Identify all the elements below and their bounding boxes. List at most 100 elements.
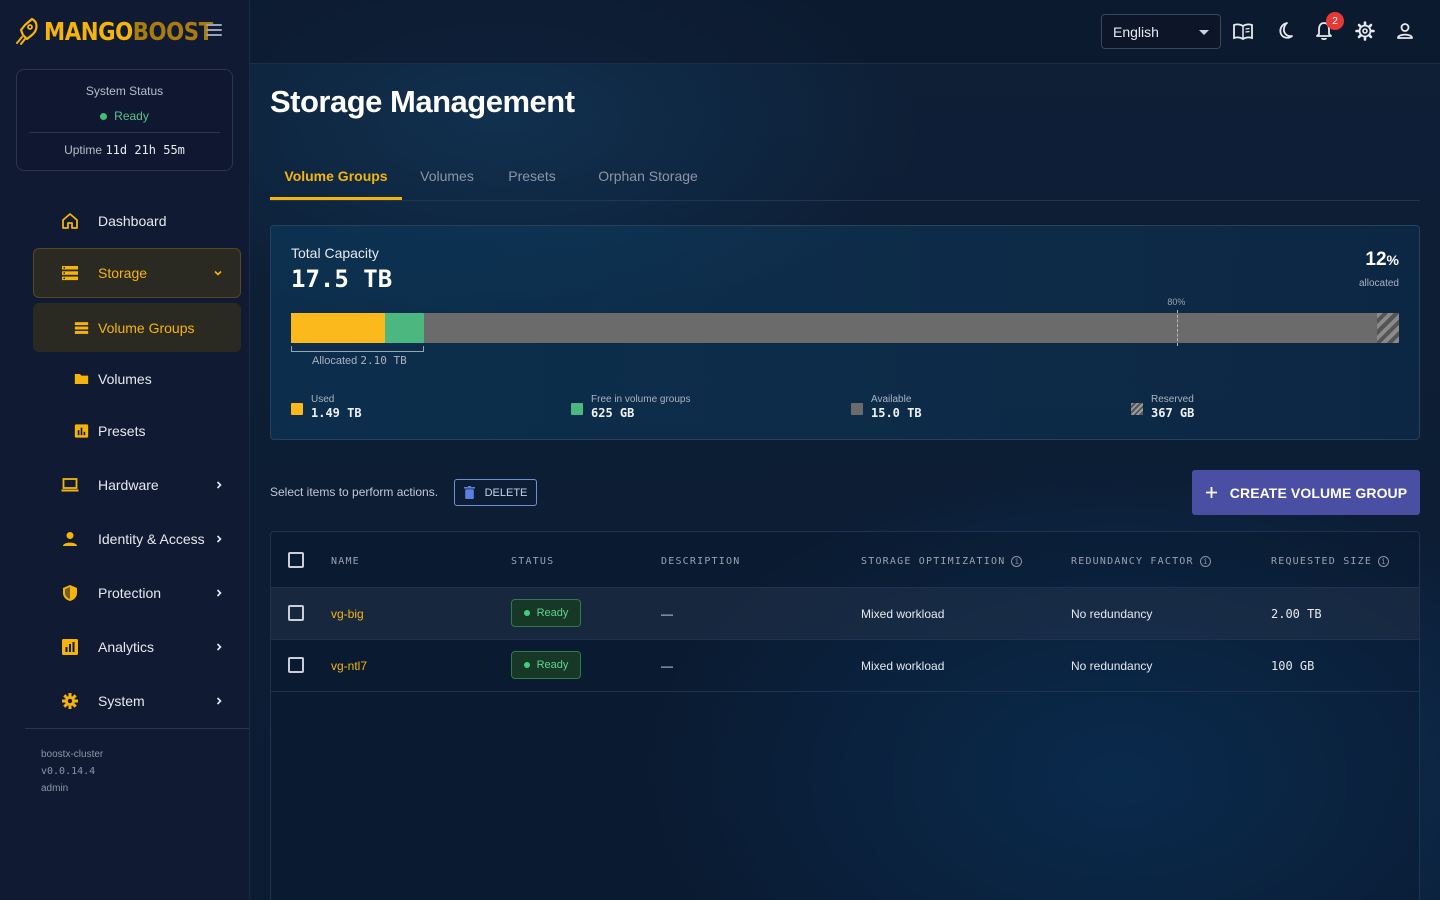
column-header-name[interactable]: NAME	[331, 556, 360, 567]
legend-used: Used 1.49 TB	[291, 394, 362, 421]
menu-toggle-icon[interactable]	[206, 24, 222, 36]
nav-analytics[interactable]: Analytics	[33, 623, 241, 671]
tabs: Volume Groups Volumes Presets Orphan Sto…	[270, 160, 1420, 201]
row-redundancy: No redundancy	[1071, 659, 1153, 673]
row-name-link[interactable]: vg-ntl7	[331, 659, 367, 673]
gear-icon[interactable]	[1354, 20, 1376, 42]
capacity-bar	[291, 313, 1399, 343]
row-size: 100 GB	[1271, 659, 1315, 673]
brand-name: MANGOBOOST	[44, 16, 213, 46]
capacity-total: 17.5 TB	[291, 265, 393, 293]
active-tab-indicator	[270, 197, 402, 200]
storage-icon	[74, 321, 89, 334]
chevron-down-icon	[214, 270, 222, 276]
table-header: NAME STATUS DESCRIPTION STORAGE OPTIMIZA…	[271, 532, 1419, 588]
column-header-redundancy-factor[interactable]: REDUNDANCY FACTOR i	[1071, 556, 1211, 567]
capacity-panel: Total Capacity 17.5 TB 12% allocated 80%…	[270, 225, 1420, 440]
analytics-icon	[62, 639, 78, 655]
chevron-right-icon	[216, 643, 222, 651]
language-select[interactable]: English	[1101, 14, 1221, 49]
row-optimization: Mixed workload	[861, 659, 945, 673]
system-status-title: System Status	[85, 84, 164, 98]
nav-presets[interactable]: Presets	[33, 407, 241, 455]
chevron-right-icon	[216, 481, 222, 489]
system-status-card: System Status Ready Uptime 11d 21h 55m	[16, 69, 233, 171]
laptop-icon	[61, 478, 79, 492]
legend-swatch-reserved	[1131, 403, 1143, 415]
user-icon[interactable]	[1394, 20, 1416, 42]
chart-box-icon	[74, 424, 89, 438]
threshold-marker-line	[1177, 310, 1179, 346]
main-content: English 2 Storage Management Volume Grou…	[250, 0, 1440, 900]
nav-volume-groups[interactable]: Volume Groups	[33, 303, 241, 352]
column-header-requested-size[interactable]: REQUESTED SIZE i	[1271, 556, 1390, 567]
legend-reserved: Reserved 367 GB	[1131, 394, 1194, 421]
capacity-label: Total Capacity	[291, 245, 379, 261]
tab-presets[interactable]: Presets	[492, 160, 572, 200]
nav-identity-access[interactable]: Identity & Access	[33, 515, 241, 563]
row-description: —	[661, 659, 673, 673]
storage-icon	[62, 266, 78, 281]
nav-hardware[interactable]: Hardware	[33, 461, 241, 509]
shield-icon	[63, 585, 77, 601]
moon-icon[interactable]	[1273, 20, 1295, 42]
capacity-bar-reserved	[1376, 313, 1399, 343]
selection-hint: Select items to perform actions.	[270, 485, 439, 499]
sidebar-footer: boostx-cluster v0.0.14.4 admin	[41, 746, 103, 797]
info-icon[interactable]: i	[1378, 556, 1390, 567]
table-row[interactable]: vg-ntl7 Ready — Mixed workload No redund…	[271, 640, 1419, 692]
row-checkbox[interactable]	[288, 657, 304, 673]
status-divider	[29, 132, 220, 133]
row-name-link[interactable]: vg-big	[331, 607, 364, 621]
volume-groups-table: NAME STATUS DESCRIPTION STORAGE OPTIMIZA…	[270, 531, 1420, 900]
current-user: admin	[41, 783, 69, 794]
status-badge: Ready	[511, 599, 581, 627]
folder-icon	[74, 374, 89, 384]
top-bar: English 2	[250, 0, 1440, 64]
allocated-percent: 12%	[1365, 249, 1399, 270]
home-icon	[62, 213, 78, 229]
page-title: Storage Management	[270, 84, 575, 119]
row-optimization: Mixed workload	[861, 607, 945, 621]
book-icon[interactable]	[1232, 20, 1254, 42]
delete-button[interactable]: DELETE	[454, 479, 537, 506]
select-all-checkbox[interactable]	[288, 552, 304, 568]
plus-icon	[1205, 487, 1217, 498]
nav-system[interactable]: System	[33, 677, 241, 725]
nav-volumes[interactable]: Volumes	[33, 355, 241, 403]
rocket-logo-icon	[16, 17, 38, 45]
chevron-right-icon	[216, 535, 222, 543]
status-badge: Ready	[511, 651, 581, 679]
status-dot-icon	[523, 610, 530, 616]
row-checkbox[interactable]	[288, 605, 304, 621]
allocated-label: Allocated 2.10 TB	[312, 354, 407, 367]
tab-orphan-storage[interactable]: Orphan Storage	[572, 160, 724, 200]
info-icon[interactable]: i	[1199, 556, 1211, 567]
sidebar-divider	[25, 728, 249, 729]
trash-icon	[463, 486, 475, 499]
capacity-bar-free	[385, 313, 424, 343]
status-dot-icon	[100, 112, 108, 120]
tab-volumes[interactable]: Volumes	[402, 160, 492, 200]
table-row[interactable]: vg-big Ready — Mixed workload No redunda…	[271, 588, 1419, 640]
column-header-status[interactable]: STATUS	[511, 556, 554, 567]
nav-protection[interactable]: Protection	[33, 569, 241, 617]
system-status-state: Ready	[17, 109, 232, 123]
sidebar: MANGOBOOST System Status Ready Uptime 11…	[0, 0, 250, 900]
info-icon[interactable]: i	[1011, 556, 1023, 567]
nav-dashboard[interactable]: Dashboard	[33, 197, 241, 245]
notification-badge: 2	[1326, 12, 1344, 30]
tab-volume-groups[interactable]: Volume Groups	[270, 160, 402, 200]
legend-swatch-free	[571, 403, 583, 415]
gear-icon	[62, 693, 78, 709]
nav-storage[interactable]: Storage	[33, 248, 241, 298]
column-header-description[interactable]: DESCRIPTION	[661, 556, 740, 567]
allocated-bracket	[291, 346, 424, 352]
row-description: —	[661, 607, 673, 621]
create-volume-group-button[interactable]: CREATE VOLUME GROUP	[1192, 470, 1420, 515]
version: v0.0.14.4	[41, 766, 96, 777]
legend-free: Free in volume groups 625 GB	[571, 394, 691, 421]
column-header-storage-optimization[interactable]: STORAGE OPTIMIZATION i	[861, 556, 1023, 567]
allocated-percent-label: allocated	[1358, 278, 1399, 289]
row-redundancy: No redundancy	[1071, 607, 1153, 621]
